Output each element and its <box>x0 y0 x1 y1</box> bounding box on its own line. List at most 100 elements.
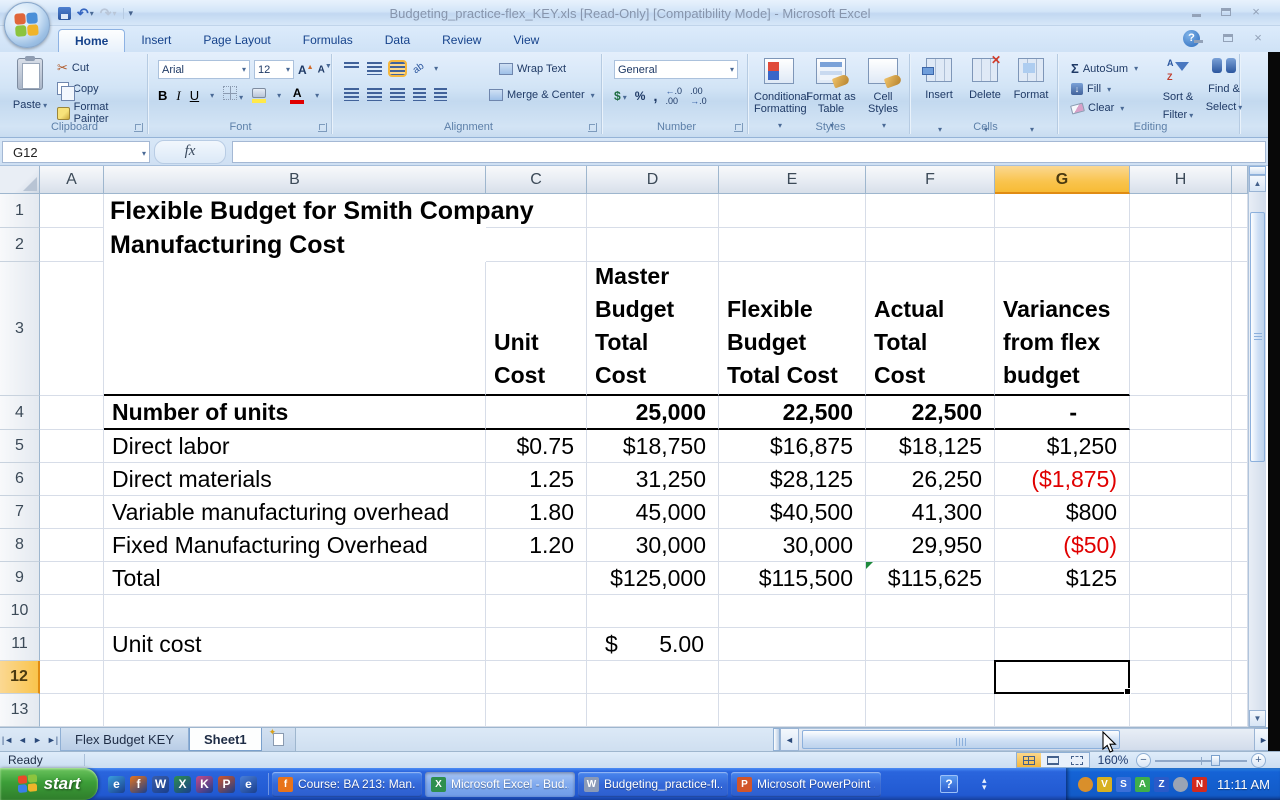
cell-G8[interactable]: ($50) <box>995 529 1130 562</box>
column-header-G[interactable]: G <box>995 166 1130 194</box>
cell-B9[interactable]: Total <box>104 562 486 595</box>
cell-A12[interactable] <box>40 661 104 694</box>
cell-A2[interactable] <box>40 228 104 262</box>
cell-E12[interactable] <box>719 661 866 694</box>
cell-C13[interactable] <box>486 694 587 727</box>
select-all-corner[interactable] <box>0 166 40 194</box>
cell-D8[interactable]: 30,000 <box>587 529 719 562</box>
cut-button[interactable]: ✂ Cut <box>54 59 147 77</box>
autosum-button[interactable]: Σ AutoSum ▾ <box>1068 60 1141 77</box>
cell-F10[interactable] <box>866 595 995 628</box>
cell-H12[interactable] <box>1130 661 1232 694</box>
clipboard-dialog-launcher-icon[interactable] <box>134 123 143 132</box>
cell-C11[interactable] <box>486 628 587 661</box>
cell-B5[interactable]: Direct labor <box>104 430 486 463</box>
zoom-in-icon[interactable]: + <box>1251 752 1266 768</box>
cell-D4[interactable]: 25,000 <box>587 396 719 430</box>
office-button[interactable] <box>4 2 50 48</box>
vertical-scrollbar[interactable]: ▲ ▼ <box>1248 166 1266 727</box>
cell-D7[interactable]: 45,000 <box>587 496 719 529</box>
cell-C12[interactable] <box>486 661 587 694</box>
column-header-A[interactable]: A <box>40 166 104 194</box>
close-button[interactable]: × <box>1246 5 1266 20</box>
align-right-icon[interactable] <box>390 88 405 101</box>
cell-D9[interactable]: $125,000 <box>587 562 719 595</box>
cell-A13[interactable] <box>40 694 104 727</box>
cell-C10[interactable] <box>486 595 587 628</box>
font-dialog-launcher-icon[interactable] <box>318 123 327 132</box>
zoom-level[interactable]: 160% <box>1090 753 1136 767</box>
cell-E4[interactable]: 22,500 <box>719 396 866 430</box>
ribbon-tab-review[interactable]: Review <box>426 29 497 52</box>
cell-A7[interactable] <box>40 496 104 529</box>
cell-H11[interactable] <box>1130 628 1232 661</box>
cell-G13[interactable] <box>995 694 1130 727</box>
cell-E7[interactable]: $40,500 <box>719 496 866 529</box>
italic-button[interactable]: I <box>176 88 180 104</box>
cell-B10[interactable] <box>104 595 486 628</box>
taskbar-button-excel[interactable]: X Microsoft Excel - Bud... <box>425 771 575 797</box>
split-handle[interactable] <box>1249 166 1266 175</box>
minimize-button[interactable] <box>1186 5 1206 20</box>
ribbon-tab-page-layout[interactable]: Page Layout <box>187 29 286 52</box>
cell-G7[interactable]: $800 <box>995 496 1130 529</box>
cell-D12[interactable] <box>587 661 719 694</box>
explorer-icon[interactable]: e <box>240 775 257 793</box>
cell-F12[interactable] <box>866 661 995 694</box>
cell-E5[interactable]: $16,875 <box>719 430 866 463</box>
pink-app-icon[interactable]: K <box>196 775 213 793</box>
column-header-H[interactable]: H <box>1130 166 1232 194</box>
save-icon[interactable] <box>58 6 71 20</box>
font-color-button[interactable]: A <box>290 87 305 104</box>
tray-green-icon[interactable]: A <box>1135 776 1150 792</box>
align-center-icon[interactable] <box>367 88 382 101</box>
cell-A1[interactable] <box>40 194 104 228</box>
cell-D5[interactable]: $18,750 <box>587 430 719 463</box>
undo-icon[interactable]: ↶ ▾ <box>77 5 94 22</box>
horizontal-scroll-thumb[interactable] <box>802 730 1120 749</box>
cell-A8[interactable] <box>40 529 104 562</box>
tray-shield-icon[interactable]: V <box>1097 776 1112 792</box>
cell-D3[interactable]: Master Budget Total Cost <box>587 262 719 396</box>
cell-G5[interactable]: $1,250 <box>995 430 1130 463</box>
cell-A5[interactable] <box>40 430 104 463</box>
cell-C3[interactable]: Unit Cost <box>486 262 587 396</box>
tray-blue-icon[interactable]: S <box>1116 776 1131 792</box>
cell-H3[interactable] <box>1130 262 1232 396</box>
insert-worksheet-tab[interactable] <box>261 727 296 751</box>
cell-B4[interactable]: Number of units <box>104 396 486 430</box>
sheet-tab-sheet1[interactable]: Sheet1 <box>189 728 262 751</box>
cell-F4[interactable]: 22,500 <box>866 396 995 430</box>
vertical-scroll-thumb[interactable] <box>1250 212 1265 462</box>
cell-E3[interactable]: Flexible Budget Total Cost <box>719 262 866 396</box>
column-header-D[interactable]: D <box>587 166 719 194</box>
merge-center-button[interactable]: Merge & Center ▾ <box>486 88 598 102</box>
workbook-close-button[interactable]: × <box>1248 31 1268 46</box>
name-box-dropdown-icon[interactable]: ▾ <box>142 149 146 158</box>
formula-input[interactable] <box>232 140 1266 163</box>
cell-A10[interactable] <box>40 595 104 628</box>
tray-z-icon[interactable]: Z <box>1154 776 1169 792</box>
ribbon-tab-data[interactable]: Data <box>369 29 426 52</box>
increase-decimal-icon[interactable]: ←.0.00 <box>666 86 683 106</box>
selected-cell-outline[interactable] <box>994 660 1131 695</box>
cell-G11[interactable] <box>995 628 1130 661</box>
sort-filter-button[interactable]: AZ Sort & Filter ▾ <box>1158 58 1198 123</box>
row-header-1[interactable]: 1 <box>0 194 40 228</box>
decrease-decimal-icon[interactable]: .00 →.0 <box>690 86 707 106</box>
column-header-E[interactable]: E <box>719 166 866 194</box>
wrap-text-button[interactable]: Wrap Text <box>496 62 569 76</box>
row-header-12[interactable]: 12 <box>0 661 40 694</box>
cell-D13[interactable] <box>587 694 719 727</box>
customize-qat-icon[interactable]: ▾ <box>122 7 133 19</box>
fill-color-button[interactable] <box>252 88 267 103</box>
underline-button[interactable]: U <box>190 88 199 103</box>
tab-split-handle[interactable] <box>773 728 780 751</box>
cell-F2[interactable] <box>866 228 995 262</box>
cell-H2[interactable] <box>1130 228 1232 262</box>
row-header-13[interactable]: 13 <box>0 694 40 727</box>
page-break-view-button[interactable] <box>1065 753 1089 767</box>
zoom-out-icon[interactable]: − <box>1136 752 1151 768</box>
row-header-2[interactable]: 2 <box>0 228 40 262</box>
help-taskbar-button[interactable]: ? <box>940 775 958 793</box>
